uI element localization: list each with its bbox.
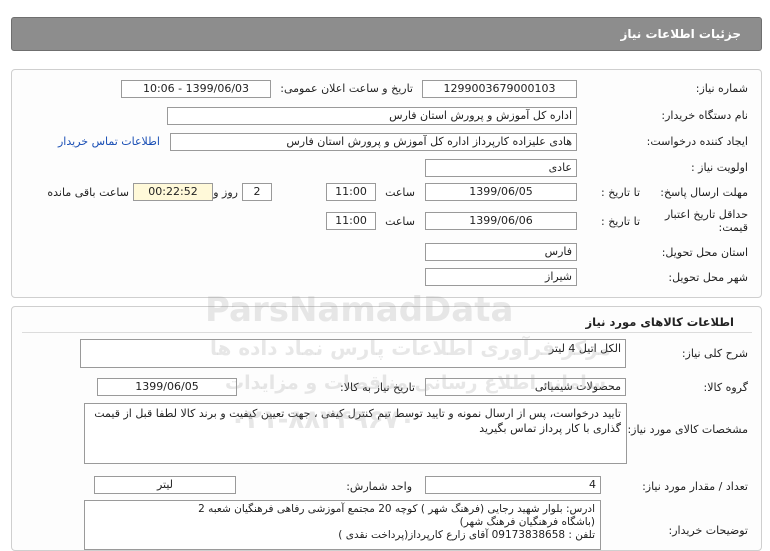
price-time-label: ساعت — [385, 215, 415, 228]
address-line-2: (باشگاه فرهنگیان فرهنگ شهر) — [459, 516, 595, 528]
page-header: جزئیات اطلاعات نیاز — [11, 17, 762, 51]
buyer-field: اداره کل آموزش و پرورش استان فارس — [167, 107, 577, 125]
watermark-brand: ParsNamadData — [205, 290, 514, 330]
remaining-time-field: 00:22:52 — [133, 183, 213, 201]
need-info-panel — [11, 69, 762, 298]
qty-label: تعداد / مقدار مورد نیاز: — [642, 480, 748, 493]
watermark-line2: سامانه اطلاع رسانی مناقصات و مزایدات — [225, 372, 607, 394]
goods-section-title: اطلاعات کالاهای مورد نیاز — [585, 315, 734, 329]
announce-field: 1399/06/03 - 10:06 — [121, 80, 271, 98]
creator-field: هادی علیزاده کارپرداز اداره کل آموزش و پ… — [170, 133, 577, 151]
remaining-label: ساعت باقی مانده — [47, 186, 129, 199]
price-until-label: تا تاریخ : — [601, 215, 640, 228]
reply-until-label: تا تاریخ : — [601, 186, 640, 199]
priority-label: اولویت نیاز : — [690, 161, 748, 174]
page-title: جزئیات اطلاعات نیاز — [620, 27, 741, 41]
section-divider — [22, 332, 752, 333]
need-number-label: شماره نیاز: — [695, 82, 748, 95]
price-validity-label: حداقل تاریخ اعتبار قیمت: — [640, 208, 748, 234]
watermark-line1: مرکز فرآوری اطلاعات پارس نماد داده ها — [210, 336, 611, 360]
reply-time-field: 11:00 — [326, 183, 376, 201]
price-time-field: 11:00 — [326, 212, 376, 230]
days-field: 2 — [242, 183, 272, 201]
spec-label: مشخصات کالای مورد نیاز: — [627, 423, 748, 436]
creator-label: ایجاد کننده درخواست: — [646, 135, 748, 148]
reply-date-field: 1399/06/05 — [425, 183, 577, 201]
need-date-field: 1399/06/05 — [97, 378, 237, 396]
summary-label: شرح کلی نیاز: — [681, 347, 748, 360]
city-label: شهر محل تحویل: — [668, 271, 748, 284]
priority-field: عادی — [425, 159, 577, 177]
buyer-notes-label: توضیحات خریدار: — [668, 524, 749, 537]
province-field: فارس — [425, 243, 577, 261]
buyer-notes-field: ادرس: بلوار شهید رجایی (فرهنگ شهر ) کوچه… — [84, 500, 601, 550]
qty-field: 4 — [425, 476, 601, 494]
price-date-field: 1399/06/06 — [425, 212, 577, 230]
days-label: روز و — [213, 186, 238, 199]
watermark-phone: ۰۲۱-۸۸۳۴۹۶۷۰ — [230, 405, 416, 435]
reply-deadline-label: مهلت ارسال پاسخ: — [660, 186, 748, 199]
group-label: گروه کالا: — [703, 381, 748, 394]
unit-label: واحد شمارش: — [346, 480, 412, 493]
address-line-1: ادرس: بلوار شهید رجایی (فرهنگ شهر ) کوچه… — [198, 503, 595, 515]
city-field: شیراز — [425, 268, 577, 286]
unit-field: لیتر — [94, 476, 236, 494]
buyer-contact-link[interactable]: اطلاعات تماس خریدار — [58, 135, 160, 148]
buyer-label: نام دستگاه خریدار: — [661, 109, 748, 122]
province-label: استان محل تحویل: — [661, 246, 748, 259]
reply-time-label: ساعت — [385, 186, 415, 199]
price-validity-label-text: حداقل تاریخ اعتبار قیمت: — [664, 208, 748, 234]
announce-label: تاریخ و ساعت اعلان عمومی: — [280, 82, 413, 95]
address-line-3: تلفن : 09173838658 آقای زارع کارپرداز(پر… — [338, 529, 595, 541]
need-number-field: 1299003679000103 — [422, 80, 577, 98]
